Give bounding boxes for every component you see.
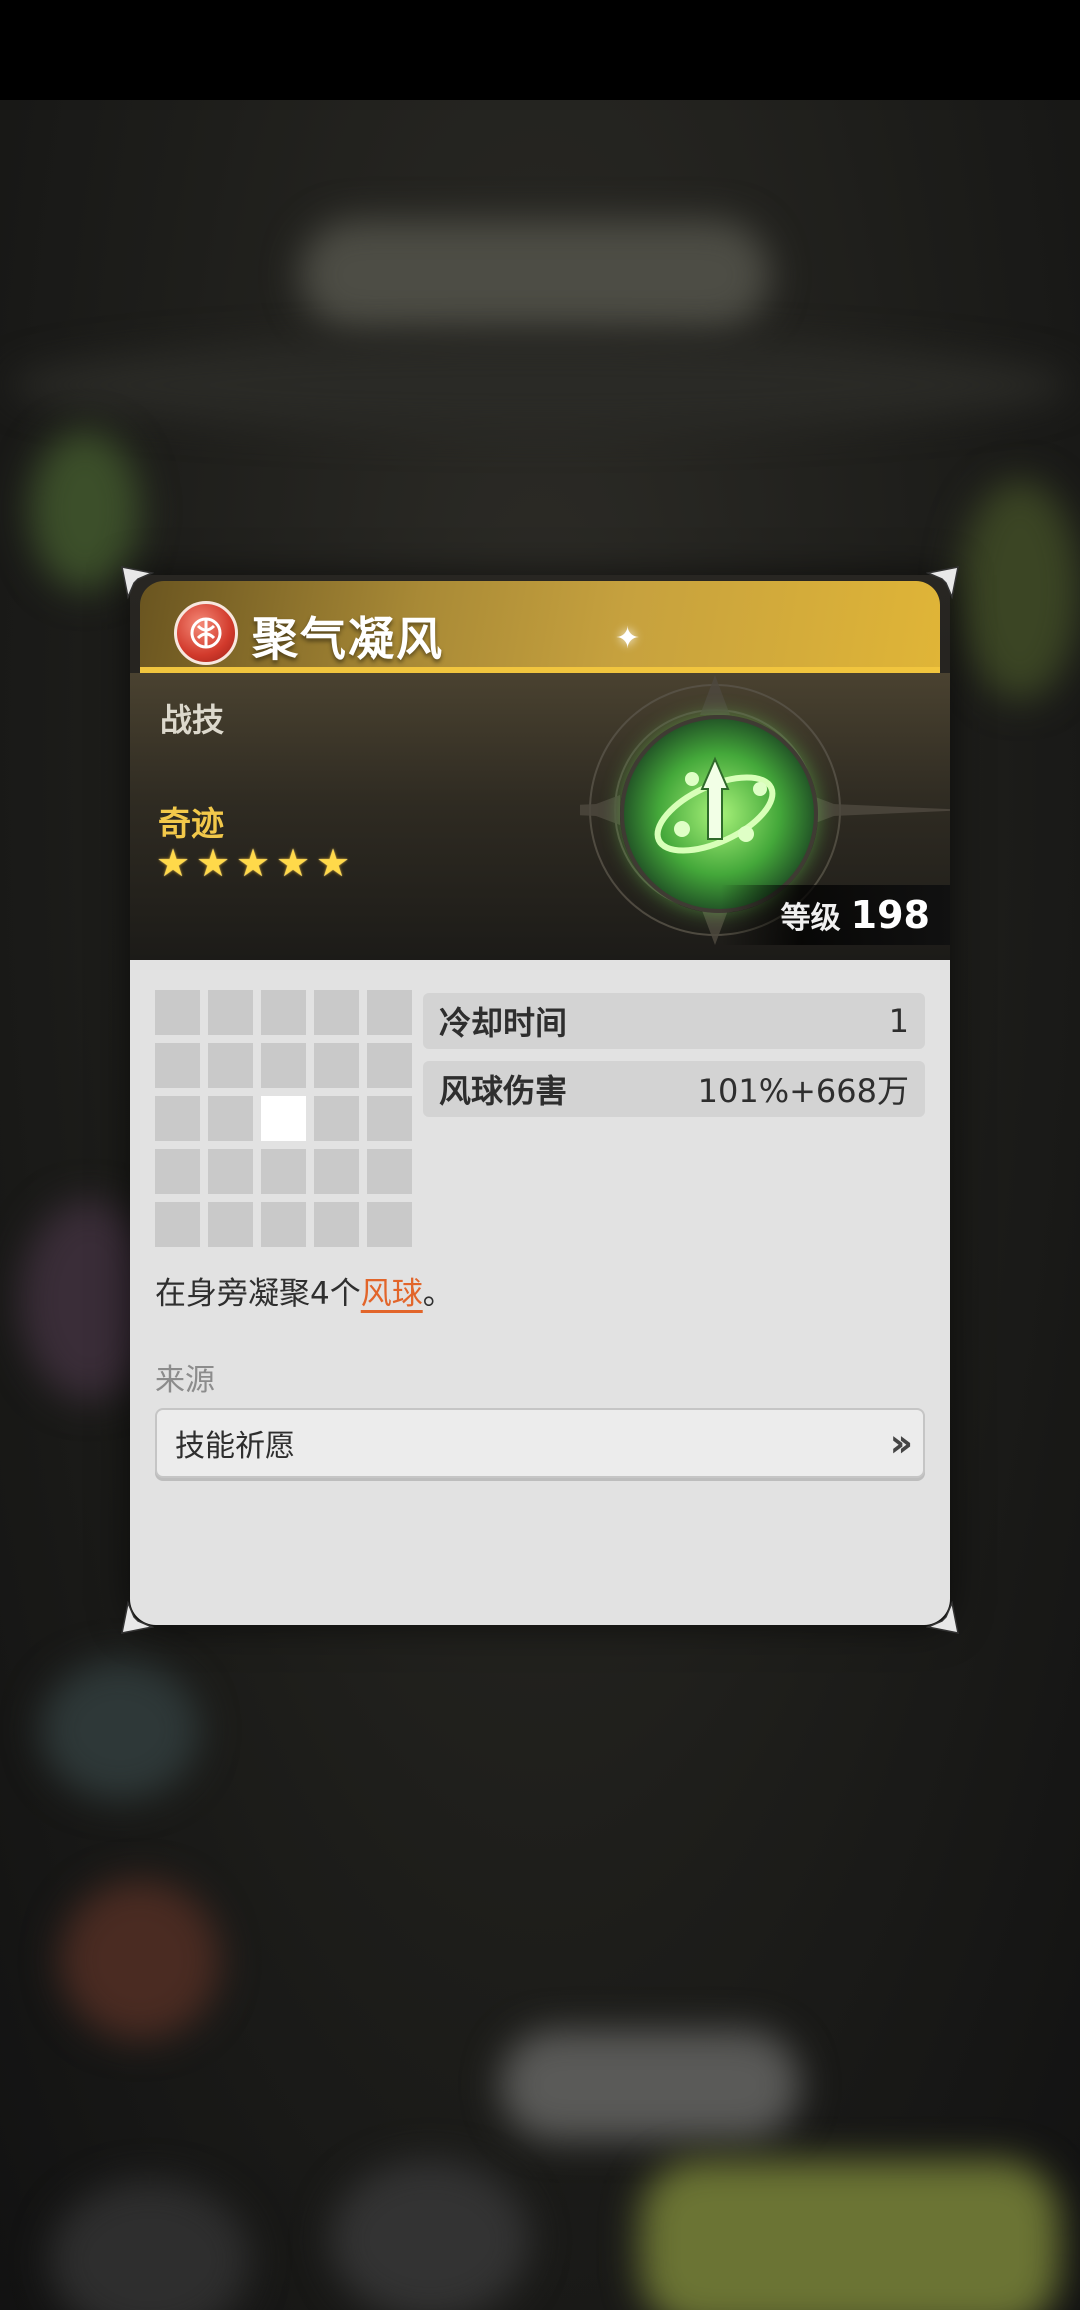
range-cell — [208, 1043, 253, 1088]
wind-element-icon — [174, 601, 238, 665]
source-label: 来源 — [155, 1363, 215, 1398]
range-cell — [367, 990, 412, 1035]
skill-stats: 冷却时间 1 风球伤害 101%+668万 — [423, 993, 925, 1129]
range-cell — [208, 1149, 253, 1194]
corner-ornament-icon — [121, 566, 154, 599]
stat-name: 冷却时间 — [439, 1004, 568, 1042]
stat-value: 1 — [888, 1002, 909, 1040]
range-cell — [367, 1202, 412, 1247]
stat-value: 101%+668万 — [697, 1072, 909, 1110]
skill-description: 在身旁凝聚4个风球。 — [155, 1268, 454, 1313]
keyword-link-wind-orb[interactable]: 风球 — [361, 1276, 423, 1312]
stat-name: 风球伤害 — [439, 1072, 568, 1110]
range-cell — [155, 1149, 200, 1194]
skill-level: 等级 198 — [720, 885, 950, 945]
status-bar-area — [0, 0, 1080, 100]
star-icon: ★ — [196, 841, 231, 885]
range-cell — [261, 1149, 306, 1194]
source-skill-wish-button[interactable]: 技能祈愿 ›› — [155, 1408, 925, 1478]
range-cell — [367, 1096, 412, 1141]
corner-ornament-icon — [926, 566, 959, 599]
level-label: 等级 — [780, 901, 841, 936]
range-cell — [314, 1202, 359, 1247]
range-cell — [155, 1202, 200, 1247]
level-value: 198 — [850, 893, 930, 937]
range-cell — [155, 990, 200, 1035]
range-cell-active — [261, 1096, 306, 1141]
range-cell — [367, 1149, 412, 1194]
star-icon: ★ — [156, 841, 191, 885]
range-cell — [314, 1149, 359, 1194]
star-icon: ★ — [236, 841, 271, 885]
range-cell — [261, 1202, 306, 1247]
range-cell — [261, 1043, 306, 1088]
wind-orb-skill-icon — [620, 715, 818, 913]
corner-ornament-icon — [121, 1601, 154, 1634]
range-cell — [261, 990, 306, 1035]
rarity-label: 奇迹 — [158, 804, 224, 843]
skill-type: 战技 — [160, 701, 225, 739]
rarity-stars: ★ ★ ★ ★ ★ — [156, 841, 352, 885]
star-icon: ★ — [276, 841, 311, 885]
skill-detail-card: 聚气凝风 ✦ 战技 奇迹 ★ ★ ★ ★ ★ 等级 198 冷却时间 1 风球伤… — [121, 566, 959, 1634]
range-cell — [314, 990, 359, 1035]
range-cell — [314, 1096, 359, 1141]
range-cell — [155, 1096, 200, 1141]
stat-row-damage: 风球伤害 101%+668万 — [423, 1061, 925, 1117]
range-cell — [314, 1043, 359, 1088]
stat-row-cooldown: 冷却时间 1 — [423, 993, 925, 1049]
description-suffix: 。 — [422, 1276, 454, 1312]
range-cell — [208, 1096, 253, 1141]
range-cell — [208, 990, 253, 1035]
range-cell — [155, 1043, 200, 1088]
skill-name: 聚气凝风 — [252, 612, 444, 666]
source-button-label: 技能祈愿 — [175, 1429, 295, 1464]
range-cell — [208, 1202, 253, 1247]
sparkle-icon: ✦ — [615, 621, 641, 656]
skill-title-bar: 聚气凝风 ✦ — [140, 581, 940, 673]
double-chevron-right-icon: ›› — [889, 1421, 914, 1465]
range-cell — [367, 1043, 412, 1088]
corner-ornament-icon — [926, 1601, 959, 1634]
description-text: 在身旁凝聚4个 — [155, 1276, 361, 1312]
star-icon: ★ — [316, 841, 351, 885]
skill-range-grid — [155, 990, 412, 1247]
